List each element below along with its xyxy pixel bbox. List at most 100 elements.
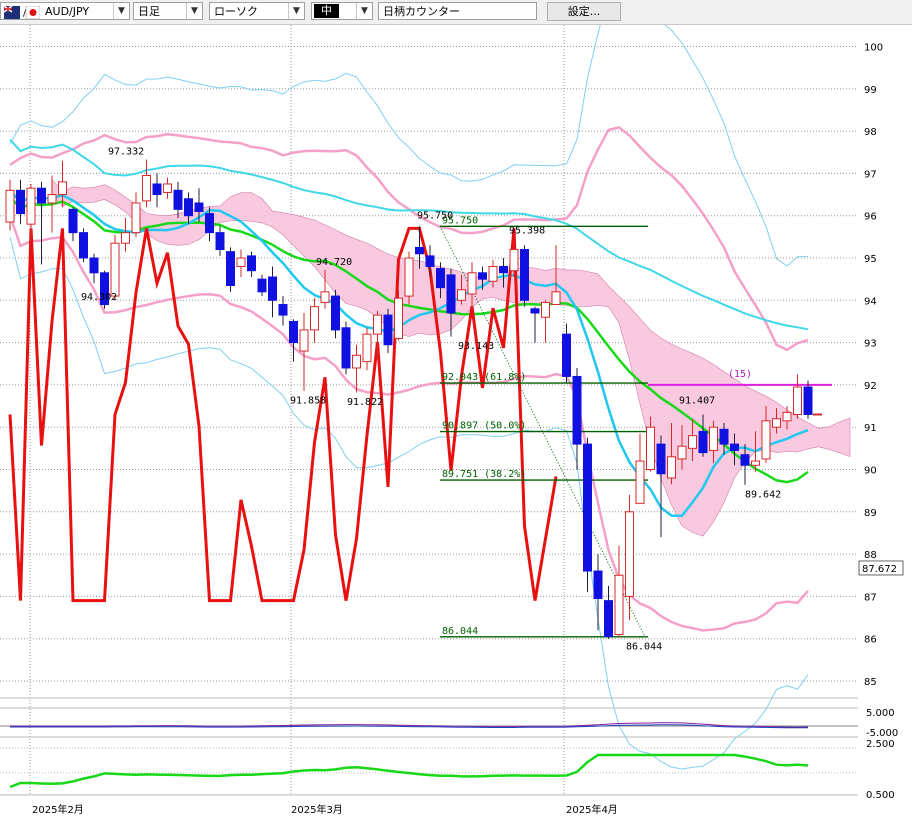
candle-down	[478, 272, 487, 280]
low-label: 91.858	[290, 396, 326, 407]
candle-up	[47, 194, 57, 204]
candle-down	[719, 428, 729, 445]
symbol-select[interactable]: / AUD/JPY ▼	[0, 2, 130, 20]
candle-down	[572, 375, 582, 445]
settings-button[interactable]: 設定...	[547, 2, 621, 21]
size-select[interactable]: 中 ▼	[311, 2, 373, 20]
low-label: 94.302	[81, 292, 117, 303]
candle-up	[551, 291, 561, 306]
date-label: 2025年2月	[32, 803, 84, 816]
counter-select[interactable]: 日柄カウンター	[378, 2, 537, 20]
candle-up	[614, 574, 624, 635]
candle-up	[131, 202, 141, 234]
candle-up	[709, 426, 718, 451]
fib-label: 90.897 (50.0%)	[442, 421, 526, 432]
candle-down	[257, 278, 267, 293]
chart-type-select[interactable]: ローソク ▼	[209, 2, 305, 20]
candle-up	[625, 511, 634, 597]
candle-down	[247, 255, 256, 272]
low-label: 86.044	[626, 642, 662, 653]
price-tick-label: 88	[864, 550, 877, 561]
candle-down	[184, 198, 193, 217]
candle-down	[79, 232, 88, 259]
low-label: 89.642	[745, 489, 781, 500]
low-label: 93.143	[458, 341, 494, 352]
price-tick-label: 89	[864, 508, 877, 519]
candle-up	[467, 272, 477, 295]
fib-label: 89.751 (38.2%)	[442, 469, 526, 480]
price-tick-label: 98	[864, 127, 877, 138]
candle-down	[698, 430, 708, 454]
price-tick-label: 92	[864, 381, 877, 392]
candle-down	[194, 202, 204, 212]
price-tick-label: 99	[864, 85, 877, 96]
counter-label: (15)	[728, 369, 752, 380]
counter-value: 日柄カウンター	[383, 5, 460, 18]
candle-down	[289, 320, 298, 344]
high-label: 91.407	[679, 396, 715, 407]
price-tick-label: 95	[864, 254, 877, 265]
candle-down	[425, 255, 435, 267]
candle-up	[677, 445, 687, 460]
price-tick-label: 85	[864, 677, 877, 688]
candle-down	[268, 276, 277, 301]
candle-down	[562, 333, 571, 377]
candle-down	[89, 257, 99, 274]
candle-up	[635, 460, 645, 504]
candle-down	[215, 232, 225, 251]
chevron-down-icon[interactable]: ▼	[288, 3, 304, 19]
ichimoku-cloud	[51, 178, 851, 537]
price-tick-label: 97	[864, 169, 877, 180]
candle-up	[488, 265, 498, 282]
candle-up	[26, 187, 36, 225]
candle-down	[593, 570, 603, 600]
candle-down	[383, 314, 393, 346]
candle-down	[16, 189, 25, 215]
candle-down	[499, 265, 508, 274]
osc-axis-label: 5.000	[866, 708, 895, 719]
candle-up	[751, 460, 760, 466]
price-tick-label: 94	[864, 296, 877, 307]
chevron-down-icon[interactable]: ▼	[113, 3, 129, 19]
price-tick-label: 96	[864, 212, 877, 223]
candle-up	[667, 456, 676, 479]
candle-up	[646, 426, 655, 471]
candle-down	[331, 295, 340, 331]
candle-up	[404, 257, 414, 297]
candle-up	[320, 291, 330, 303]
flag-icon: /	[4, 6, 40, 19]
candle-down	[520, 249, 529, 301]
chevron-down-icon[interactable]: ▼	[356, 3, 372, 19]
candle-down	[583, 443, 592, 572]
oscillator-panels: 5.000 -5.0002.500 0.500	[0, 697, 912, 801]
candle-up	[163, 183, 172, 193]
high-label: 95.750	[417, 211, 453, 222]
candle-up	[236, 257, 246, 267]
osc-axis-label: 2.500	[866, 739, 895, 750]
fib-label: 86.044	[442, 626, 478, 637]
price-tick-label: 90	[864, 466, 877, 477]
candle-down	[604, 600, 613, 638]
period-select[interactable]: 日足 ▼	[133, 2, 203, 20]
volatility-line	[9, 753, 809, 789]
osc-axis-label: 0.500	[866, 790, 895, 801]
candle-down	[446, 274, 456, 314]
candle-down	[205, 213, 214, 234]
candle-up	[110, 242, 120, 297]
price-tick-label: 87	[864, 592, 877, 603]
symbol-value: AUD/JPY	[45, 5, 90, 18]
date-axis: 2025年2月 2025年3月 2025年4月	[0, 794, 858, 816]
candle-down	[656, 443, 666, 475]
candle-down	[530, 308, 540, 314]
chevron-down-icon[interactable]: ▼	[186, 3, 202, 19]
chart-type-value: ローソク	[214, 5, 258, 18]
fib-label: 92.043 (61.8%)	[442, 372, 526, 383]
price-tick-label: 93	[864, 339, 877, 350]
date-label: 2025年4月	[566, 803, 618, 816]
candle-up	[5, 189, 15, 223]
candle-up	[121, 232, 130, 244]
candle-down	[740, 454, 750, 466]
candle-up	[310, 306, 319, 331]
price-chart[interactable]: 95.750 92.043 (61.8%) 90.897 (50.0%) 89.751…	[0, 25, 912, 818]
candle-down	[68, 208, 78, 234]
